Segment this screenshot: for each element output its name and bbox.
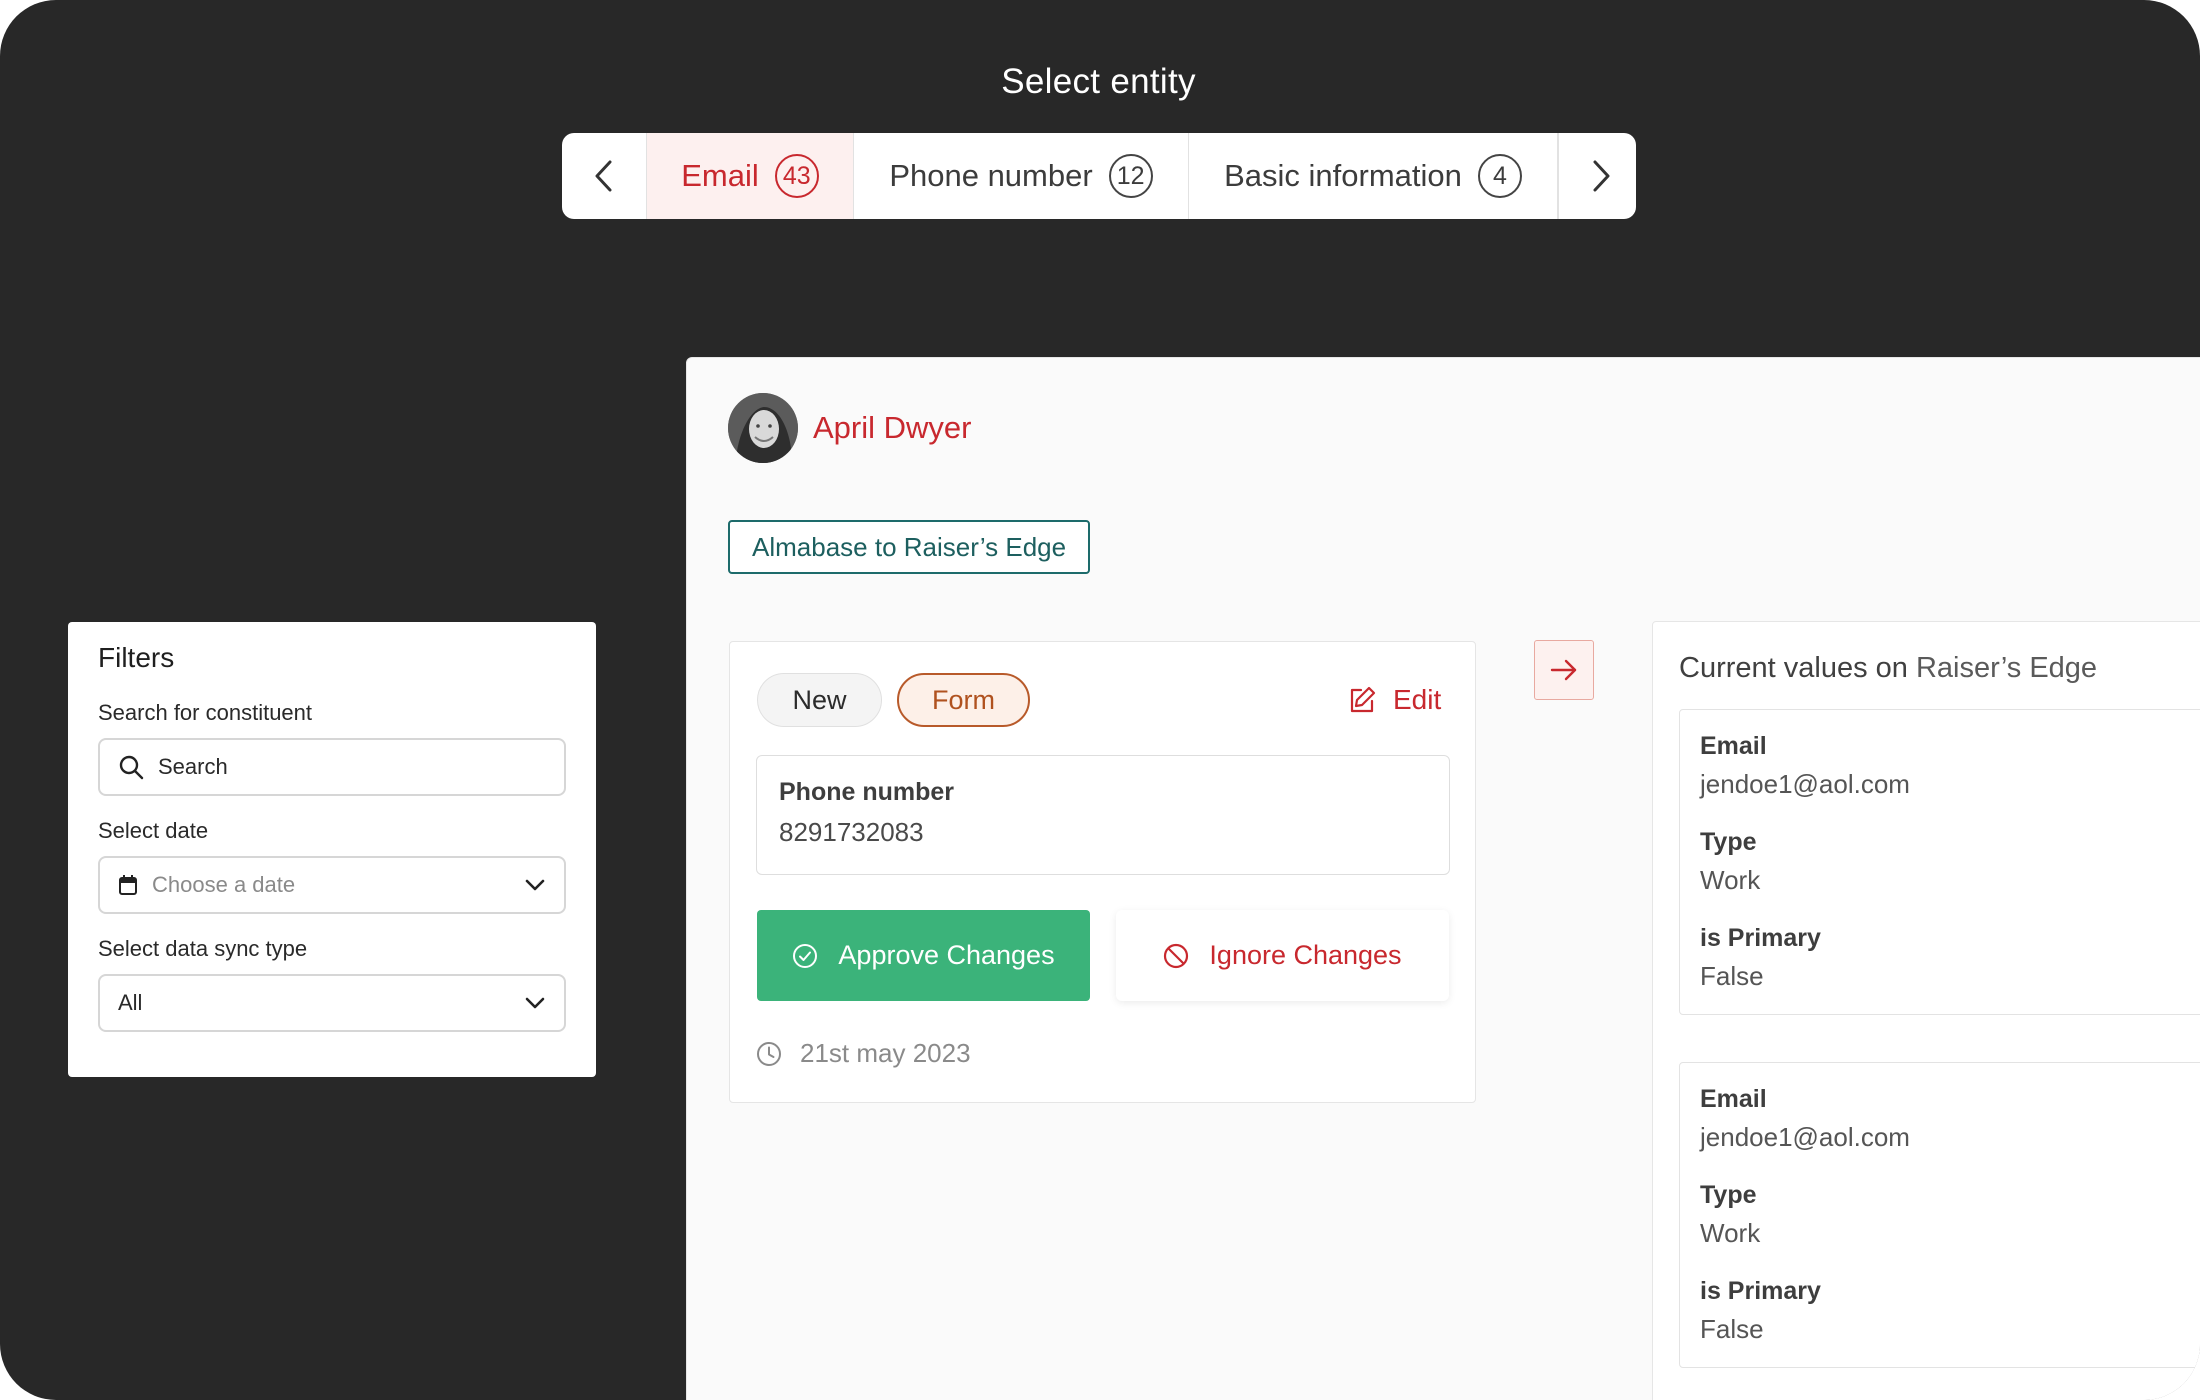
email-value: jendoe1@aol.com (1700, 1122, 1910, 1152)
tab-phone-number-label: Phone number (889, 158, 1093, 193)
chevron-down-icon (524, 996, 546, 1010)
ignore-label: Ignore Changes (1209, 940, 1402, 970)
tabs-next-button[interactable] (1558, 133, 1636, 219)
form-tag: Form (897, 673, 1030, 727)
changed-field-value: 8291732083 (779, 817, 924, 847)
tab-basic-information-label: Basic information (1224, 158, 1462, 193)
current-values-title-target: Raiser’s Edge (1915, 652, 2098, 684)
current-value-record: Email jendoe1@aol.com Type Work is Prima… (1679, 1062, 2200, 1368)
sync-type-select[interactable]: All (98, 974, 566, 1032)
email-label: Email (1700, 1085, 1767, 1113)
primary-label: is Primary (1700, 1277, 1821, 1305)
primary-value: False (1700, 961, 1764, 991)
type-label: Type (1700, 1181, 1757, 1209)
type-value: Work (1700, 865, 1761, 895)
type-label: Type (1700, 828, 1757, 856)
calendar-icon (119, 875, 137, 895)
change-date-text: 21st may 2023 (800, 1038, 971, 1068)
check-circle-icon (793, 943, 818, 968)
filters-panel: Filters Search for constituent Search Se… (68, 622, 596, 1077)
tab-email-label: Email (681, 158, 759, 193)
date-label: Select date (98, 818, 209, 843)
edit-icon (1350, 686, 1376, 713)
current-value-record: Email jendoe1@aol.com Type Work is Prima… (1679, 709, 2200, 1015)
tab-phone-number[interactable]: Phone number 12 (854, 133, 1189, 219)
approve-label: Approve Changes (838, 940, 1055, 970)
date-placeholder: Choose a date (152, 872, 296, 897)
ignore-changes-button[interactable]: Ignore Changes (1116, 910, 1449, 1001)
tab-email[interactable]: Email 43 (647, 133, 854, 219)
page-title: Select entity (1001, 62, 1196, 101)
apply-arrow-button[interactable] (1534, 640, 1594, 700)
change-date: 21st may 2023 (756, 1038, 971, 1069)
sync-type-label: Select data sync type (98, 936, 308, 961)
type-value: Work (1700, 1218, 1761, 1248)
new-tag: New (757, 673, 882, 727)
arrow-right-icon (1550, 659, 1577, 681)
chevron-left-icon (595, 160, 612, 192)
block-icon (1164, 943, 1189, 968)
constituent-label: Search for constituent (98, 700, 313, 725)
tab-basic-information[interactable]: Basic information 4 (1189, 133, 1558, 219)
clock-icon (757, 1041, 781, 1066)
filters-title: Filters (98, 642, 175, 673)
approve-changes-button[interactable]: Approve Changes (757, 910, 1090, 1001)
changed-field: Phone number 8291732083 (756, 755, 1450, 875)
sync-type-value: All (118, 990, 143, 1015)
tab-email-count: 43 (774, 154, 819, 198)
changed-field-label: Phone number (779, 778, 955, 806)
sync-direction-chip: Almabase to Raiser’s Edge (728, 520, 1091, 574)
tabs-prev-button[interactable] (562, 133, 647, 219)
edit-button[interactable]: Edit (1347, 684, 1441, 716)
primary-value: False (1700, 1314, 1764, 1344)
edit-label: Edit (1393, 684, 1442, 715)
avatar (728, 393, 798, 463)
email-label: Email (1700, 732, 1767, 760)
chevron-right-icon (1593, 160, 1610, 192)
tab-phone-number-count: 12 (1108, 154, 1153, 198)
entity-tabs: Email 43 Phone number 12 Basic informati… (562, 133, 1636, 219)
search-input[interactable]: Search (98, 738, 566, 796)
person-name[interactable]: April Dwyer (813, 410, 971, 446)
app-canvas: Select entity Email 43 Phone number 12 B… (0, 0, 2200, 1400)
search-placeholder: Search (158, 754, 228, 779)
current-values-title-prefix: Current values on (1679, 652, 1908, 684)
chevron-down-icon (524, 878, 546, 892)
primary-label: is Primary (1700, 924, 1821, 952)
tab-basic-information-count: 4 (1477, 154, 1522, 198)
search-icon (119, 755, 144, 780)
date-select[interactable]: Choose a date (98, 856, 566, 914)
current-values-title: Current values on Raiser’s Edge (1679, 652, 2097, 685)
email-value: jendoe1@aol.com (1700, 769, 1910, 799)
